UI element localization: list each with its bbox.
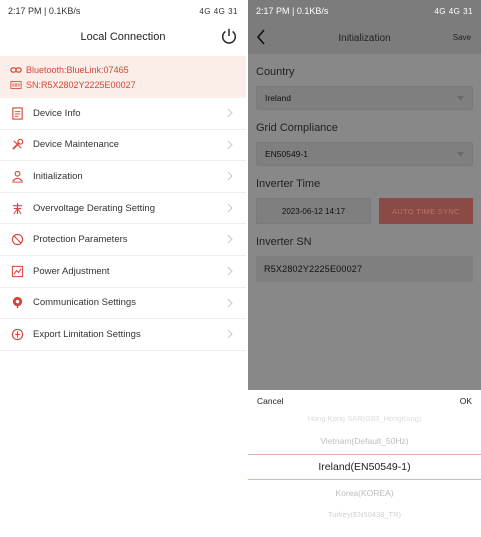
person-icon	[10, 169, 24, 183]
local-connection-screen: 2:17 PM | 0.1KB/s 4G 4G 31 Local Connect…	[0, 0, 246, 537]
menu-item-label: Initialization	[33, 170, 83, 182]
chevron-right-icon	[227, 140, 233, 149]
menu-item-overvoltage-derating[interactable]: Overvoltage Derating Setting	[0, 193, 246, 225]
menu-item-label: Overvoltage Derating Setting	[33, 202, 155, 214]
page-title: Local Connection	[80, 31, 166, 43]
power-icon[interactable]	[220, 27, 238, 45]
status-bar: 2:17 PM | 0.1KB/s 4G 4G 31	[0, 0, 246, 22]
inverter-sn-field: R5X2802Y2225E00027	[256, 256, 473, 282]
status-time: 2:17 PM | 0.1KB/s	[256, 6, 329, 16]
document-icon	[10, 106, 24, 120]
save-button[interactable]: Save	[453, 33, 471, 42]
dropdown-arrow-icon	[457, 96, 464, 101]
country-value: Ireland	[265, 93, 291, 103]
country-picker-sheet: Cancel OK Hong Kong SAR(G83_HongKong) Vi…	[248, 390, 481, 537]
antenna-icon	[10, 296, 24, 310]
menu-item-label: Communication Settings	[33, 297, 136, 309]
picker-option[interactable]: Hong Kong SAR(G83_HongKong)	[248, 414, 481, 423]
inverter-time-row: 2023-06-12 14:17 AUTO TIME SYNC	[256, 198, 473, 224]
bluetooth-row: Bluetooth:BlueLink:07465	[10, 62, 236, 77]
menu-item-label: Export Limitation Settings	[33, 328, 141, 340]
chevron-right-icon	[227, 329, 233, 339]
serial-row: SN:R5X2802Y2225E00027	[10, 77, 236, 92]
menu-item-label: Protection Parameters	[33, 234, 128, 246]
barcode-icon	[10, 80, 22, 89]
auto-time-sync-button[interactable]: AUTO TIME SYNC	[379, 198, 473, 224]
country-picker-wheel[interactable]: Hong Kong SAR(G83_HongKong) Vietnam(Defa…	[248, 412, 481, 537]
tower-icon	[10, 201, 24, 215]
picker-option[interactable]: Korea(KOREA)	[248, 488, 481, 498]
inverter-time-label: Inverter Time	[256, 178, 321, 190]
inverter-sn-label: Inverter SN	[256, 236, 312, 248]
menu-item-label: Device Maintenance	[33, 139, 120, 151]
grid-compliance-label: Grid Compliance	[256, 122, 338, 134]
chevron-right-icon	[227, 171, 233, 181]
menu-item-label: Device Info	[33, 107, 81, 119]
dropdown-arrow-icon	[457, 152, 464, 157]
ok-button[interactable]: OK	[460, 396, 472, 406]
picker-option[interactable]: Vietnam(Default_50Hz)	[248, 436, 481, 446]
status-time: 2:17 PM | 0.1KB/s	[8, 6, 81, 16]
signal-indicators: 4G 4G 31	[434, 6, 473, 16]
export-icon	[10, 327, 24, 341]
header: Initialization Save	[248, 22, 481, 54]
chevron-right-icon	[227, 266, 233, 276]
initialization-screen: 2:17 PM | 0.1KB/s 4G 4G 31 Initializatio…	[248, 0, 481, 537]
chevron-right-icon	[227, 298, 233, 307]
country-label: Country	[256, 66, 295, 78]
shield-icon	[10, 233, 24, 247]
link-icon	[10, 66, 22, 73]
status-bar: 2:17 PM | 0.1KB/s 4G 4G 31	[248, 0, 481, 22]
picker-option-selected[interactable]: Ireland(EN50549-1)	[248, 461, 481, 473]
chevron-right-icon	[227, 203, 233, 213]
menu-item-protection-parameters[interactable]: Protection Parameters	[0, 224, 246, 256]
serial-number: SN:R5X2802Y2225E00027	[26, 79, 136, 90]
page-title: Initialization	[338, 32, 391, 44]
picker-selection-bottom-line	[248, 479, 481, 480]
connection-info: Bluetooth:BlueLink:07465 SN:R5X2802Y2225…	[0, 56, 246, 98]
init-form: Country Ireland Grid Compliance EN50549-…	[248, 66, 481, 282]
inverter-time-field[interactable]: 2023-06-12 14:17	[256, 198, 371, 224]
menu-item-communication-settings[interactable]: Communication Settings	[0, 288, 246, 320]
bluetooth-name: Bluetooth:BlueLink:07465	[26, 64, 129, 75]
menu-item-power-adjustment[interactable]: Power Adjustment	[0, 256, 246, 288]
signal-indicators: 4G 4G 31	[199, 6, 238, 16]
grid-compliance-select[interactable]: EN50549-1	[256, 142, 473, 166]
chevron-right-icon	[227, 235, 233, 244]
chevron-right-icon	[227, 108, 233, 118]
chart-icon	[10, 264, 24, 278]
menu-item-label: Power Adjustment	[33, 265, 110, 277]
picker-selection-top-line	[248, 454, 481, 455]
back-arrow-icon[interactable]	[256, 29, 266, 45]
settings-menu: Device Info Device Maintenance Initializ…	[0, 98, 246, 351]
menu-item-initialization[interactable]: Initialization	[0, 161, 246, 193]
wrench-icon	[10, 138, 24, 152]
menu-item-device-info[interactable]: Device Info	[0, 98, 246, 130]
header: Local Connection	[0, 22, 246, 52]
picker-toolbar: Cancel OK	[248, 390, 481, 412]
menu-item-export-limitation[interactable]: Export Limitation Settings	[0, 319, 246, 351]
picker-option[interactable]: Turkey(EN50438_TR)	[248, 510, 481, 519]
grid-compliance-value: EN50549-1	[265, 149, 309, 159]
cancel-button[interactable]: Cancel	[257, 396, 283, 406]
menu-item-device-maintenance[interactable]: Device Maintenance	[0, 130, 246, 162]
country-select[interactable]: Ireland	[256, 86, 473, 110]
